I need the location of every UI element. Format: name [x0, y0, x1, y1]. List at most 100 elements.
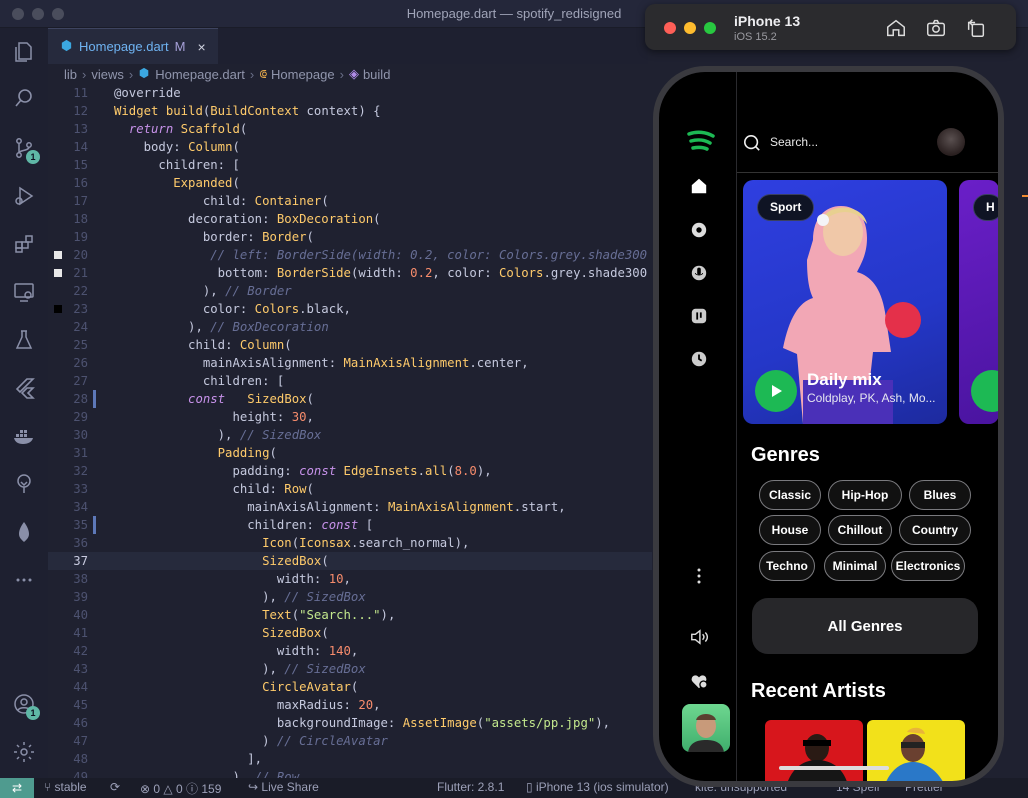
- tree-icon[interactable]: [10, 470, 38, 498]
- code-line[interactable]: 33 child: Row(: [48, 480, 652, 498]
- rotate-icon[interactable]: [965, 17, 987, 39]
- code-line[interactable]: 16 Expanded(: [48, 174, 652, 192]
- code-line[interactable]: 19 border: Border(: [48, 228, 652, 246]
- recent-clock-icon[interactable]: [689, 349, 709, 369]
- remote-indicator-icon[interactable]: ⇄: [0, 778, 34, 798]
- code-line[interactable]: 47 ) // CircleAvatar: [48, 732, 652, 750]
- code-line[interactable]: 43 ), // SizedBox: [48, 660, 652, 678]
- code-line[interactable]: 34 mainAxisAlignment: MainAxisAlignment.…: [48, 498, 652, 516]
- code-line[interactable]: 49 ), // Row: [48, 768, 652, 778]
- docker-icon[interactable]: [10, 422, 38, 450]
- code-line[interactable]: 48 ],: [48, 750, 652, 768]
- code-line[interactable]: 12 Widget build(BuildContext context) {: [48, 102, 652, 120]
- flutter-icon[interactable]: [10, 374, 38, 402]
- liked-heart-icon[interactable]: [689, 671, 709, 691]
- user-profile-avatar[interactable]: [682, 704, 730, 752]
- code-line[interactable]: 32 padding: const EdgeInsets.all(8.0),: [48, 462, 652, 480]
- artist-card[interactable]: [867, 720, 965, 781]
- simulator-zoom-button[interactable]: [704, 22, 716, 34]
- code-line[interactable]: 30 ), // SizedBox: [48, 426, 652, 444]
- settings-gear-icon[interactable]: [10, 738, 38, 766]
- code-line[interactable]: 20 // left: BorderSide(width: 0.2, color…: [48, 246, 652, 264]
- remote-explorer-icon[interactable]: [10, 278, 38, 306]
- genre-chip[interactable]: Country: [899, 515, 971, 545]
- profile-avatar[interactable]: [937, 128, 965, 156]
- breadcrumb-lib[interactable]: lib: [64, 67, 77, 82]
- artist-card[interactable]: [765, 720, 863, 781]
- code-line[interactable]: 13 return Scaffold(: [48, 120, 652, 138]
- breadcrumb-class[interactable]: Homepage: [271, 67, 335, 82]
- run-debug-icon[interactable]: [10, 182, 38, 210]
- code-line[interactable]: 11 @override: [48, 84, 652, 102]
- code-editor[interactable]: 11 @override 12 Widget build(BuildContext c…: [48, 84, 652, 778]
- simulator-close-button[interactable]: [664, 22, 676, 34]
- extensions-icon[interactable]: [10, 230, 38, 258]
- breadcrumb-views[interactable]: views: [91, 67, 124, 82]
- play-button[interactable]: [971, 370, 998, 412]
- genre-chip[interactable]: Classic: [759, 480, 821, 510]
- code-line[interactable]: 25 child: Column(: [48, 336, 652, 354]
- color-swatch-icon[interactable]: [54, 251, 62, 259]
- testing-icon[interactable]: [10, 326, 38, 354]
- source-control-icon[interactable]: 1: [10, 134, 40, 164]
- code-line[interactable]: 27 children: [: [48, 372, 652, 390]
- more-icon[interactable]: [10, 566, 38, 594]
- genre-chip[interactable]: Minimal: [824, 551, 886, 581]
- code-line[interactable]: 41 SizedBox(: [48, 624, 652, 642]
- speaker-volume-icon[interactable]: [689, 627, 709, 647]
- code-line[interactable]: 31 Padding(: [48, 444, 652, 462]
- code-line[interactable]: 14 body: Column(: [48, 138, 652, 156]
- search-icon[interactable]: [743, 134, 761, 157]
- genre-chip[interactable]: Chillout: [828, 515, 892, 545]
- accounts-icon[interactable]: 1: [10, 690, 40, 720]
- home-nav-icon[interactable]: [689, 176, 709, 196]
- mongodb-leaf-icon[interactable]: [10, 518, 38, 546]
- code-line[interactable]: 42 width: 140,: [48, 642, 652, 660]
- explorer-icon[interactable]: [10, 38, 38, 66]
- search-icon[interactable]: [10, 84, 38, 112]
- code-line[interactable]: 44 CircleAvatar(: [48, 678, 652, 696]
- genre-chip[interactable]: Electronics: [891, 551, 965, 581]
- code-line[interactable]: 45 maxRadius: 20,: [48, 696, 652, 714]
- code-line[interactable]: 26 mainAxisAlignment: MainAxisAlignment.…: [48, 354, 652, 372]
- code-line[interactable]: 37 SizedBox(: [48, 552, 652, 570]
- code-line[interactable]: 21 bottom: BorderSide(width: 0.2, color:…: [48, 264, 652, 282]
- tab-close-icon[interactable]: ×: [197, 39, 205, 55]
- all-genres-button[interactable]: All Genres: [752, 598, 978, 654]
- code-line[interactable]: 17 child: Container(: [48, 192, 652, 210]
- live-share-button[interactable]: ↪ Live Share: [248, 780, 319, 794]
- flutter-version[interactable]: Flutter: 2.8.1: [437, 780, 504, 794]
- genre-chip[interactable]: Blues: [909, 480, 971, 510]
- library-icon[interactable]: [689, 306, 709, 326]
- color-swatch-icon[interactable]: [54, 269, 62, 277]
- podcast-microphone-icon[interactable]: [689, 263, 709, 283]
- genre-chip[interactable]: House: [759, 515, 821, 545]
- card-tag[interactable]: H: [973, 194, 998, 221]
- code-line[interactable]: 22 ), // Border: [48, 282, 652, 300]
- discover-compass-icon[interactable]: [689, 220, 709, 240]
- more-vertical-icon[interactable]: [689, 566, 709, 586]
- search-input[interactable]: Search...: [770, 135, 818, 149]
- next-mix-card[interactable]: H: [959, 180, 998, 424]
- breadcrumb-method[interactable]: build: [363, 67, 390, 82]
- code-line[interactable]: 29 height: 30,: [48, 408, 652, 426]
- code-line[interactable]: 38 width: 10,: [48, 570, 652, 588]
- problems-status[interactable]: ⊗ 0 △ 0 ⓘ 159: [140, 780, 221, 797]
- home-icon[interactable]: [885, 17, 907, 39]
- screenshot-camera-icon[interactable]: [925, 17, 947, 39]
- daily-mix-card[interactable]: Sport Daily mix Coldplay, PK, Ash, Mo...: [743, 180, 947, 424]
- code-line[interactable]: 18 decoration: BoxDecoration(: [48, 210, 652, 228]
- simulator-minimize-button[interactable]: [684, 22, 696, 34]
- genre-chip[interactable]: Techno: [759, 551, 815, 581]
- code-line[interactable]: 46 backgroundImage: AssetImage("assets/p…: [48, 714, 652, 732]
- code-line[interactable]: 24 ), // BoxDecoration: [48, 318, 652, 336]
- code-line[interactable]: 36 Icon(Iconsax.search_normal),: [48, 534, 652, 552]
- device-selector[interactable]: ▯ iPhone 13 (ios simulator): [526, 780, 669, 794]
- card-tag-sport[interactable]: Sport: [757, 194, 815, 221]
- code-line[interactable]: 15 children: [: [48, 156, 652, 174]
- play-button[interactable]: [755, 370, 797, 412]
- code-line[interactable]: 35 children: const [: [48, 516, 652, 534]
- code-line[interactable]: 28 const SizedBox(: [48, 390, 652, 408]
- code-line[interactable]: 40 Text("Search..."),: [48, 606, 652, 624]
- sync-icon[interactable]: ⟳: [110, 780, 120, 794]
